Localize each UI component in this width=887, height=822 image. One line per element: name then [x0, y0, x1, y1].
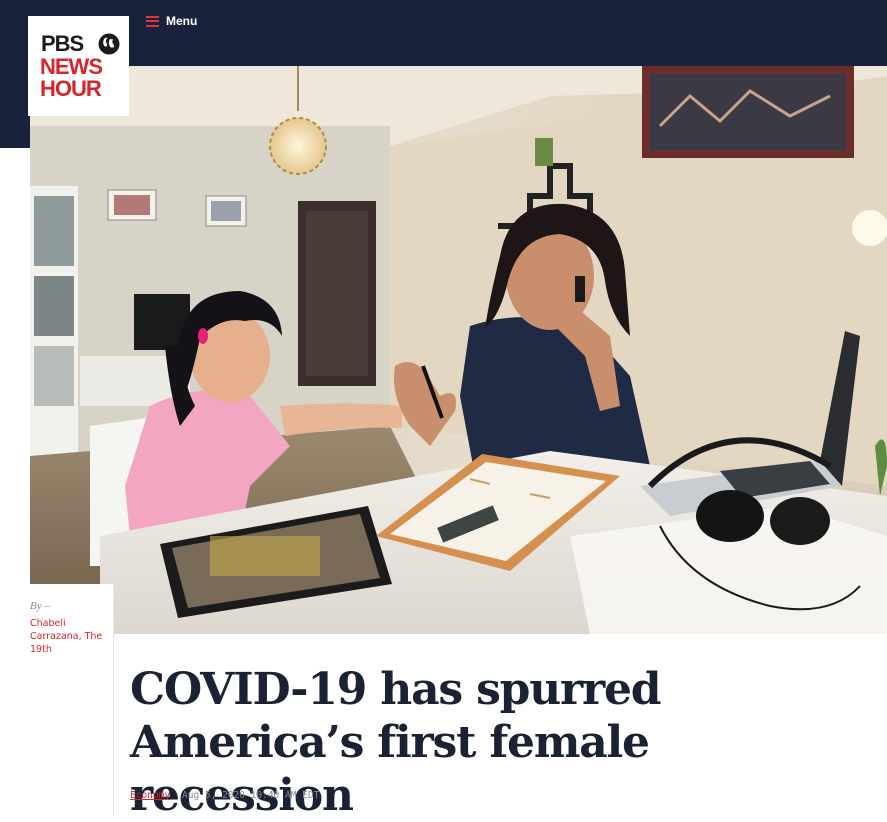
byline-prefix: By –: [30, 600, 50, 612]
menu-button[interactable]: Menu: [146, 14, 197, 28]
top-nav-bar: [0, 0, 887, 66]
photo-icon: [30, 66, 887, 634]
pbs-newshour-logo[interactable]: PBS NEWS HOUR: [28, 16, 129, 116]
publish-date: Aug 5, 2020 10:40 AM EDT: [182, 790, 320, 801]
nav-bar-extension: [0, 66, 30, 148]
menu-label: Menu: [166, 14, 198, 28]
author-link[interactable]: Chabeli Carrazana, The 19th: [30, 617, 110, 656]
logo-hour-text: HOUR: [40, 76, 102, 101]
hamburger-menu-icon: [146, 15, 159, 27]
hero-image: [30, 66, 887, 634]
category-link[interactable]: Economy: [130, 790, 170, 801]
article-meta: Economy Aug 5, 2020 10:40 AM EDT: [130, 790, 319, 801]
article-byline: By – Chabeli Carrazana, The 19th: [30, 584, 114, 816]
logo-pbs-text: PBS: [41, 31, 84, 56]
logo-news-text: NEWS: [40, 54, 103, 79]
pbs-head-icon: [98, 33, 120, 55]
